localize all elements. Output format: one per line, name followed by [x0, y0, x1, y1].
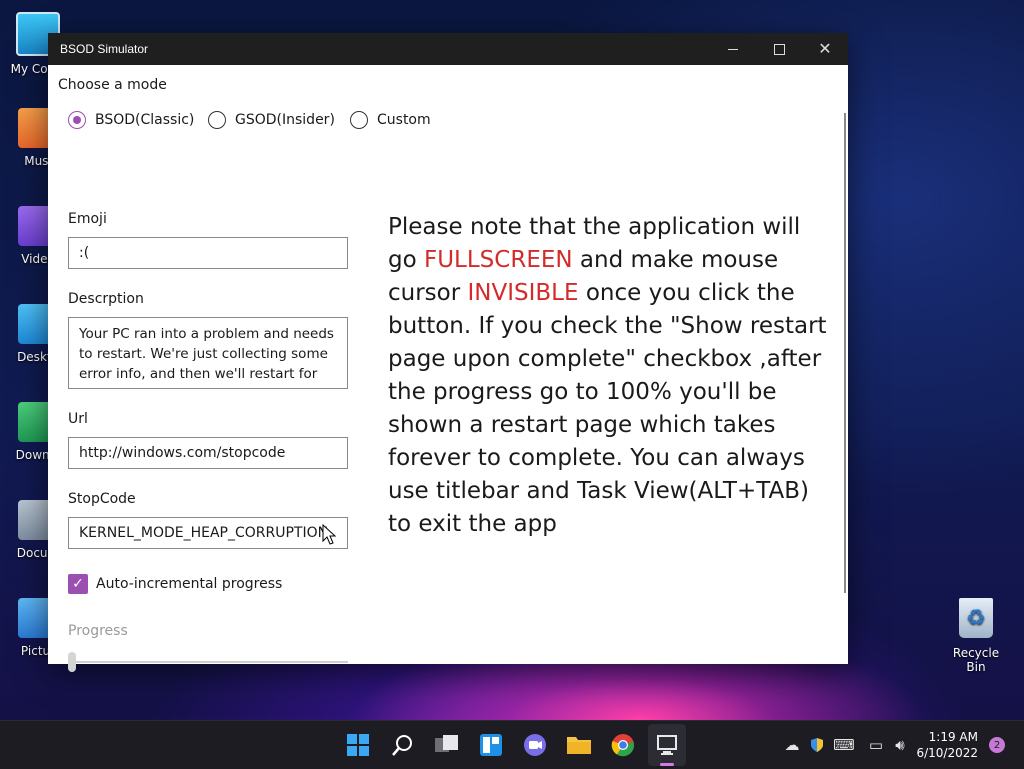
mode-heading: Choose a mode: [58, 77, 167, 93]
file-explorer-icon[interactable]: [565, 731, 593, 759]
url-label: Url: [68, 411, 88, 427]
vertical-scrollbar[interactable]: [844, 113, 846, 593]
fullscreen-warning-note: Please note that the application will go…: [388, 211, 833, 541]
radio-label: BSOD(Classic): [95, 112, 195, 128]
progress-label: Progress: [68, 623, 128, 639]
checkmark-icon: ✓: [72, 576, 84, 592]
recycle-bin-icon: [959, 598, 993, 638]
cloud-offline-icon[interactable]: ☁: [782, 735, 802, 755]
recycle-bin-label: Recycle Bin: [952, 646, 1000, 674]
progress-slider[interactable]: [68, 652, 348, 672]
url-input[interactable]: http://windows.com/stopcode: [68, 437, 348, 469]
notification-badge[interactable]: 2: [989, 737, 1005, 753]
radio-button-checked[interactable]: [68, 111, 86, 129]
taskbar-running-indicator: [660, 763, 674, 766]
auto-progress-checkbox-row[interactable]: ✓ Auto-incremental progress: [68, 574, 282, 594]
window-content: Choose a mode BSOD(Classic) GSOD(Insider…: [48, 65, 848, 672]
auto-progress-label: Auto-incremental progress: [96, 576, 283, 592]
auto-progress-checkbox[interactable]: ✓: [68, 574, 88, 594]
title-bar[interactable]: BSOD Simulator ✕: [48, 33, 848, 65]
system-clock[interactable]: 1:19 AM 6/10/2022: [916, 729, 978, 761]
note-fullscreen-highlight: FULLSCREEN: [423, 247, 573, 273]
maximize-icon: [773, 43, 785, 55]
emoji-input[interactable]: :(: [68, 237, 348, 269]
note-invisible-highlight: INVISIBLE: [467, 280, 579, 306]
search-icon[interactable]: [389, 731, 417, 759]
slider-track: [68, 661, 348, 663]
radio-label: GSOD(Insider): [235, 112, 335, 128]
desktop-icon-recycle-bin[interactable]: Recycle Bin: [944, 598, 1008, 674]
radio-bsod-classic[interactable]: BSOD(Classic): [68, 111, 194, 129]
bsod-simulator-icon[interactable]: [653, 731, 681, 759]
chrome-icon[interactable]: [609, 731, 637, 759]
radio-button[interactable]: [208, 111, 226, 129]
note-text: once you click the button. If you check …: [388, 280, 827, 537]
widgets-icon[interactable]: [477, 731, 505, 759]
description-label: Descrption: [68, 291, 144, 307]
radio-label: Custom: [377, 112, 431, 128]
emoji-label: Emoji: [68, 211, 107, 227]
minimize-icon: [728, 48, 738, 50]
stopcode-label: StopCode: [68, 491, 136, 507]
task-view-icon[interactable]: [433, 731, 461, 759]
security-shield-icon[interactable]: [807, 735, 827, 755]
clock-date: 6/10/2022: [916, 746, 978, 760]
volume-icon[interactable]: 🔊︎: [890, 735, 910, 755]
keyboard-icon[interactable]: ⌨: [833, 735, 855, 755]
clock-time: 1:19 AM: [928, 730, 978, 744]
radio-button[interactable]: [350, 111, 368, 129]
stopcode-input[interactable]: KERNEL_MODE_HEAP_CORRUPTION: [68, 517, 348, 549]
slider-thumb[interactable]: [68, 652, 76, 672]
radio-custom[interactable]: Custom: [350, 111, 431, 129]
teams-chat-icon[interactable]: [521, 731, 549, 759]
close-button[interactable]: ✕: [802, 33, 848, 65]
window-title: BSOD Simulator: [60, 42, 149, 56]
taskbar: ☁ ⌨ ▭ 🔊︎ 1:19 AM 6/10/2022 2: [0, 720, 1024, 769]
description-input[interactable]: Your PC ran into a problem and needs to …: [68, 317, 348, 389]
app-window: BSOD Simulator ✕ Choose a mode BSOD(Clas…: [48, 33, 848, 672]
network-icon[interactable]: ▭: [866, 735, 886, 755]
close-icon: ✕: [818, 39, 832, 58]
mouse-cursor-icon: [322, 524, 337, 545]
minimize-button[interactable]: [710, 33, 756, 65]
radio-gsod-insider[interactable]: GSOD(Insider): [208, 111, 335, 129]
maximize-button[interactable]: [756, 33, 802, 65]
windows-start-icon[interactable]: [344, 731, 372, 759]
